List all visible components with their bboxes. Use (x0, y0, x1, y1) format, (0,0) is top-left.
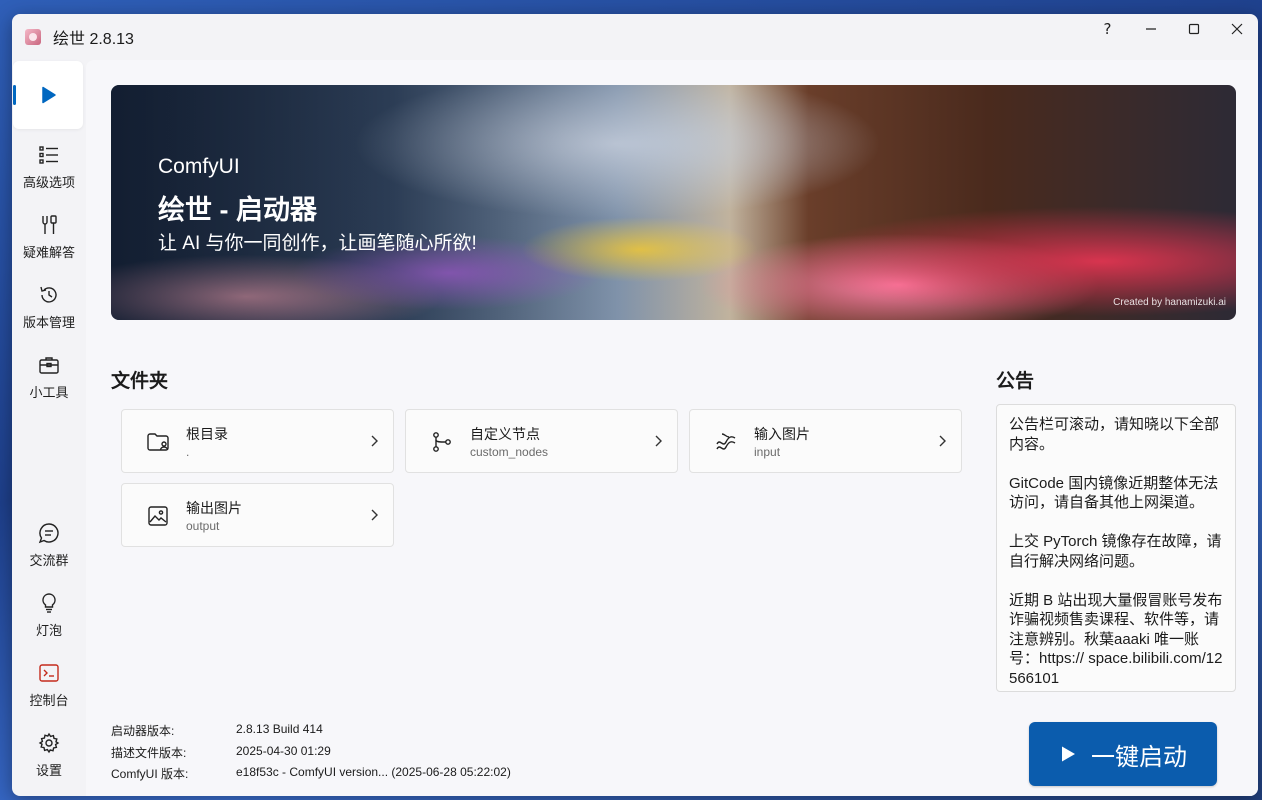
sidebar-item-tools[interactable]: 小工具 (14, 343, 84, 411)
lightbulb-icon (42, 592, 56, 613)
image-input-icon (716, 433, 736, 450)
sidebar-item-community[interactable]: 交流群 (14, 511, 84, 579)
gear-icon (38, 732, 60, 753)
notice-paragraph: 上交 PyTorch 镜像存在故障，请自行解决网络问题。 (1009, 533, 1222, 570)
banner-slogan: 让 AI 与你一同创作，让画笔随心所欲! (158, 233, 477, 254)
chevron-right-icon (371, 435, 378, 447)
comfy-version-value: e18f53c - ComfyUI version... (2025-06-28… (236, 765, 511, 779)
app-window: 绘世 2.8.13 ? 高级选项 疑难解答 版本管理 小工具 交流群 灯泡 控制… (12, 14, 1258, 796)
launcher-version-label: 启动器版本: (111, 724, 175, 738)
main-content: ComfyUI 绘世 - 启动器 让 AI 与你一同创作，让画笔随心所欲! Cr… (86, 60, 1258, 796)
maximize-icon (1188, 23, 1199, 35)
desc-version-value: 2025-04-30 01:29 (236, 744, 331, 758)
folder-user-icon (147, 433, 169, 451)
folder-path: input (754, 445, 781, 459)
folder-card-output[interactable]: 输出图片 output (121, 483, 394, 547)
minimize-button[interactable] (1129, 14, 1172, 44)
toolbox-icon (39, 356, 59, 374)
close-button[interactable] (1215, 14, 1258, 44)
launcher-version-value: 2.8.13 Build 414 (236, 722, 323, 736)
desc-version-label: 描述文件版本: (111, 746, 187, 760)
help-button[interactable]: ? (1086, 14, 1129, 44)
sidebar-item-label: 疑难解答 (22, 244, 75, 260)
sidebar-item-label: 版本管理 (22, 314, 75, 330)
folder-name: 根目录 (186, 426, 228, 442)
maximize-button[interactable] (1172, 14, 1215, 44)
tools-icon (42, 214, 57, 234)
sidebar-item-label: 设置 (35, 762, 62, 778)
notice-paragraph: 公告栏可滚动，请知晓以下全部内容。 (1009, 416, 1220, 453)
sidebar-item-console[interactable]: 控制台 (14, 651, 84, 719)
chevron-right-icon (371, 509, 378, 521)
sidebar-nav: 高级选项 疑难解答 版本管理 小工具 交流群 灯泡 控制台 设置 (12, 60, 86, 796)
chevron-right-icon (655, 435, 662, 447)
app-logo-icon (25, 29, 41, 45)
play-icon (1062, 746, 1075, 762)
sidebar-item-advanced[interactable]: 高级选项 (14, 133, 84, 201)
minimize-icon (1145, 28, 1156, 30)
sidebar-item-label: 灯泡 (35, 622, 62, 638)
folder-path: . (186, 445, 190, 459)
folder-name: 输出图片 (186, 500, 242, 516)
chevron-right-icon (939, 435, 946, 447)
sidebar-item-troubleshoot[interactable]: 疑难解答 (14, 203, 84, 271)
selected-indicator (13, 85, 16, 105)
sidebar-item-label: 控制台 (29, 692, 69, 708)
window-title: 绘世 2.8.13 (53, 31, 134, 48)
notice-heading: 公告 (996, 371, 1035, 392)
notice-paragraph: GitCode 国内镜像近期整体无法访问，请自备其他上网渠道。 (1009, 474, 1219, 512)
sidebar-item-label: 高级选项 (22, 174, 75, 190)
banner-credit: Created by hanamizuki.ai (1113, 297, 1226, 308)
folder-name: 输入图片 (754, 426, 810, 442)
close-icon (1231, 23, 1242, 35)
folder-path: custom_nodes (470, 445, 549, 459)
launch-button-label: 一键启动 (1091, 743, 1187, 771)
folder-path: output (186, 519, 220, 533)
sidebar-item-settings[interactable]: 设置 (14, 721, 84, 789)
terminal-icon (39, 663, 59, 682)
one-click-launch-button[interactable]: 一键启动 (1029, 722, 1217, 786)
sidebar-item-label: 交流群 (29, 552, 69, 568)
folder-card-root[interactable]: 根目录 . (121, 409, 394, 473)
sidebar-item-launch[interactable] (13, 61, 83, 129)
hero-banner: ComfyUI 绘世 - 启动器 让 AI 与你一同创作，让画笔随心所欲! Cr… (111, 85, 1236, 320)
list-icon (39, 145, 58, 164)
sidebar-item-bulb[interactable]: 灯泡 (14, 581, 84, 649)
banner-subtitle: ComfyUI (158, 155, 240, 178)
sidebar-item-versions[interactable]: 版本管理 (14, 273, 84, 341)
banner-title: 绘世 - 启动器 (158, 195, 317, 225)
notice-panel[interactable]: 公告栏可滚动，请知晓以下全部内容。 GitCode 国内镜像近期整体无法访问，请… (996, 404, 1236, 692)
folder-name: 自定义节点 (470, 426, 540, 442)
title-bar[interactable]: 绘世 2.8.13 ? (12, 14, 1258, 60)
notice-paragraph: 近期 B 站出现大量假冒账号发布诈骗视频售卖课程、软件等，请注意辨别。秋葉aaa… (1009, 591, 1223, 687)
folder-card-input[interactable]: 输入图片 input (689, 409, 962, 473)
play-icon (42, 86, 56, 104)
window-controls: ? (1086, 14, 1258, 44)
sidebar-item-label: 小工具 (29, 384, 69, 400)
image-icon (148, 506, 168, 526)
branch-icon (433, 432, 451, 452)
folder-card-custom-nodes[interactable]: 自定义节点 custom_nodes (405, 409, 678, 473)
history-icon (40, 286, 57, 303)
comfy-version-label: ComfyUI 版本: (111, 767, 189, 781)
chat-icon (38, 522, 59, 543)
folders-heading: 文件夹 (111, 371, 169, 392)
